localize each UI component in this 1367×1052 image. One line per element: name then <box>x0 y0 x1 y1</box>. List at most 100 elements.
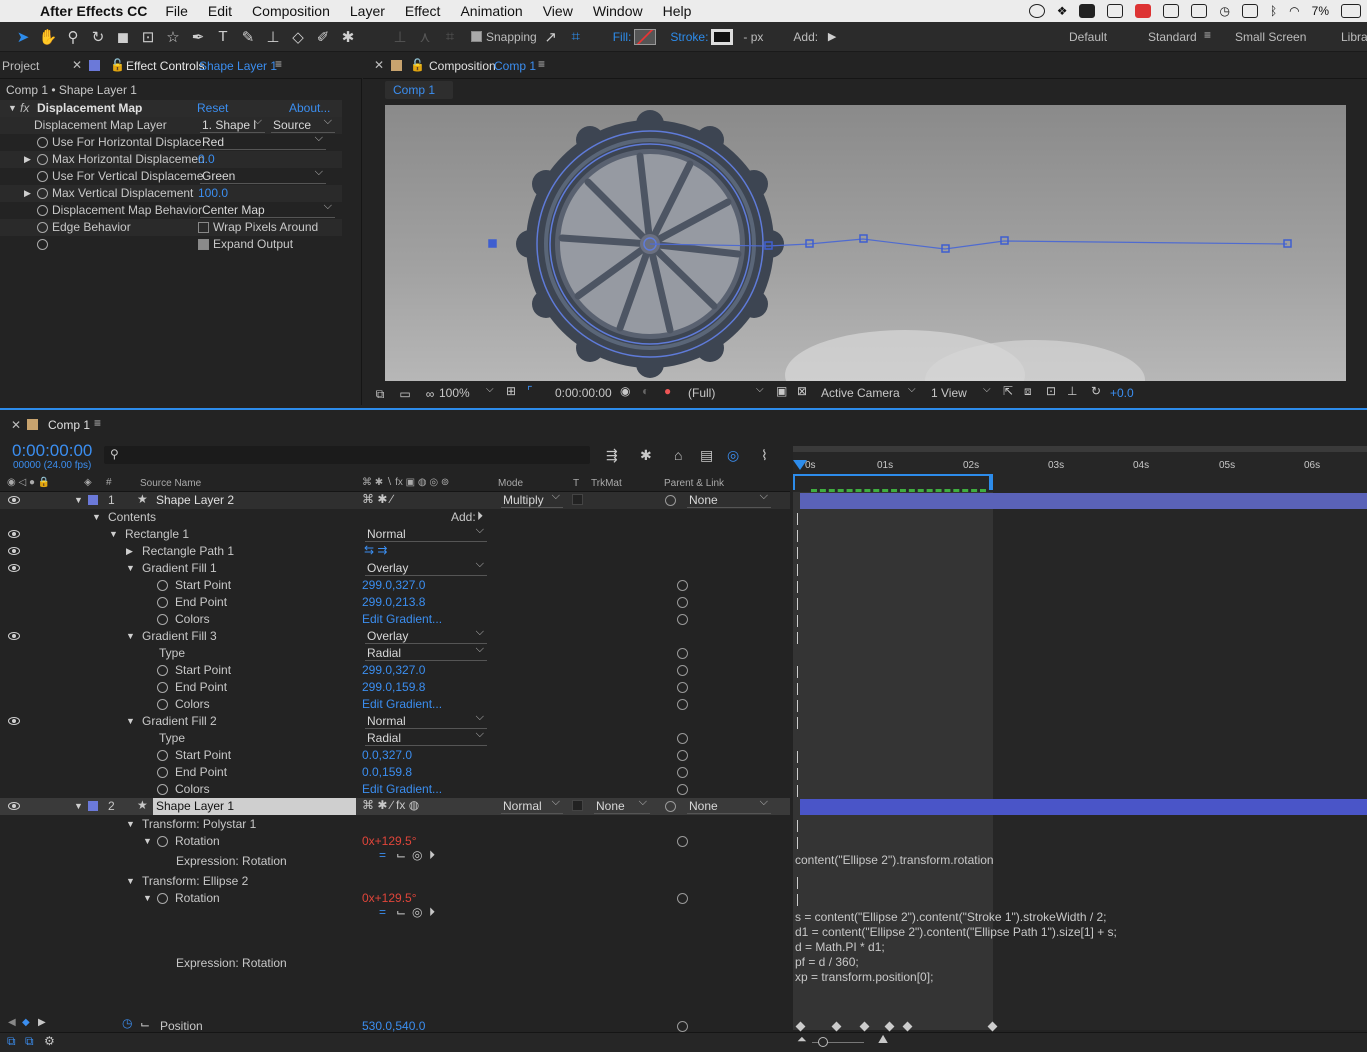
close-tab-icon[interactable]: ✕ <box>374 58 384 72</box>
rotation-value[interactable]: 0x+129.5° <box>362 834 417 848</box>
polystar-expression-row[interactable]: = ⌙ ◎ ⏵ Expression: Rotation <box>0 848 790 868</box>
menu-composition[interactable]: Composition <box>252 3 330 19</box>
snapshot-icon[interactable]: ◉ <box>620 384 630 398</box>
gradient-fill-2-row[interactable]: ▼ Gradient Fill 2 Normal <box>0 711 790 730</box>
airplay-icon[interactable] <box>1241 4 1258 18</box>
layer-name-selected[interactable]: Shape Layer 1 <box>153 798 356 815</box>
pen-tool-icon[interactable]: ✒ <box>187 26 209 48</box>
close-tab-icon[interactable]: ✕ <box>72 58 82 72</box>
keyframe-ibeam[interactable] <box>797 877 803 889</box>
stopwatch-icon[interactable] <box>37 205 48 216</box>
keyframe-ibeam[interactable] <box>797 615 803 627</box>
close-tab-icon[interactable]: ✕ <box>11 418 21 432</box>
property-value[interactable]: 0.0,159.8 <box>362 765 412 779</box>
current-time[interactable]: 0:00:00:00 <box>555 386 612 400</box>
pan-behind-tool-icon[interactable]: ⊡ <box>137 26 159 48</box>
stopwatch-icon[interactable] <box>157 699 168 710</box>
keyframe-ibeam[interactable] <box>797 785 803 797</box>
pickwhip-icon[interactable] <box>677 597 688 608</box>
video-toggle-header-icon[interactable]: ◉ ◁ ● 🔒 <box>7 477 50 488</box>
grid-icon[interactable] <box>1163 4 1180 18</box>
workspace-small-screen[interactable]: Small Screen <box>1235 30 1306 44</box>
keyframe-ibeam[interactable] <box>797 530 803 542</box>
stopwatch-icon[interactable] <box>157 597 168 608</box>
twirl-icon[interactable]: ▼ <box>126 876 135 886</box>
stopwatch-icon[interactable] <box>157 614 168 625</box>
expand-output-checkbox[interactable] <box>198 239 209 251</box>
stopwatch-icon[interactable] <box>37 137 48 148</box>
wrap-pixels-checkbox[interactable] <box>198 222 209 234</box>
roto-brush-tool-icon[interactable]: ✐ <box>312 26 334 48</box>
edit-gradient-link[interactable]: Edit Gradient... <box>362 782 442 796</box>
snap-features-icon[interactable]: ⌗ <box>565 26 587 48</box>
property-value[interactable]: 0.0,327.0 <box>362 748 412 762</box>
keyframe-ibeam[interactable] <box>797 894 803 906</box>
switches-header-icons[interactable]: ⌘ ✱ ∖ fx ▣ ◍ ◎ ⊚ <box>362 477 449 488</box>
star-tool-icon[interactable]: ☆ <box>162 26 184 48</box>
camera-chevron-icon[interactable]: ⌵ <box>908 384 916 395</box>
snap-edges-icon[interactable]: ↗ <box>540 26 562 48</box>
track-matte-dropdown[interactable]: None <box>594 796 650 814</box>
twirl-icon[interactable]: ▼ <box>143 893 152 903</box>
keyframe-ibeam[interactable] <box>797 564 803 576</box>
visibility-eye-icon[interactable] <box>8 564 20 572</box>
comp-subtab[interactable]: Comp 1 <box>385 81 453 99</box>
gradient-fill-1-blend-dropdown[interactable]: Overlay <box>365 558 487 576</box>
app-name[interactable]: After Effects CC <box>40 3 147 19</box>
ellipse-rotation-row[interactable]: ▼ Rotation 0x+129.5° <box>0 890 790 907</box>
layer-bar-shape-layer-2[interactable] <box>800 493 1367 509</box>
time-machine-icon[interactable]: ◷ <box>1219 4 1229 18</box>
stopwatch-icon[interactable] <box>157 784 168 795</box>
twirl-icon[interactable]: ▼ <box>92 512 101 522</box>
stopwatch-icon[interactable] <box>157 682 168 693</box>
work-area-bar[interactable] <box>793 474 993 490</box>
expression-text-polystar[interactable]: content("Ellipse 2").transform.rotation <box>795 853 994 867</box>
gf1-colors-row[interactable]: Colors Edit Gradient... <box>0 611 790 628</box>
pickwhip-icon[interactable] <box>677 614 688 625</box>
expression-line[interactable]: pf = d / 360; <box>795 955 859 969</box>
clone-stamp-tool-icon[interactable]: ⊥ <box>262 26 284 48</box>
keyframe-ibeam[interactable] <box>797 768 803 780</box>
layer-search-input[interactable]: ⚲ <box>104 446 590 464</box>
layer-row-shape-layer-2[interactable]: ▼ 1 ★ Shape Layer 2 ⌘ ✱ ∕ Multiply None <box>0 490 790 509</box>
stopwatch-icon[interactable] <box>37 171 48 182</box>
visibility-eye-icon[interactable] <box>8 632 20 640</box>
pickwhip-icon[interactable] <box>677 836 688 847</box>
gf3-end-point-row[interactable]: End Point 299.0,159.8 <box>0 679 790 696</box>
twirl-icon[interactable]: ▼ <box>126 631 135 641</box>
blend-mode-dropdown[interactable]: Normal <box>501 796 563 814</box>
rotation-value[interactable]: 0x+129.5° <box>362 891 417 905</box>
eraser-tool-icon[interactable]: ◇ <box>287 26 309 48</box>
ellipse-expression-icons-row[interactable]: = ⌙ ◎ ⏵ <box>0 905 790 925</box>
map-layer-dropdown[interactable]: 1. Shape l <box>200 115 265 133</box>
transfer-controls-toggle-icon[interactable]: ⧉ <box>25 1034 34 1049</box>
add-shape-icon[interactable]: ▶ <box>821 26 843 48</box>
keyframe-ibeam[interactable] <box>797 751 803 763</box>
layer-label-color[interactable] <box>88 801 98 811</box>
pickwhip-icon[interactable] <box>677 682 688 693</box>
keyframe-ibeam[interactable] <box>797 581 803 593</box>
menu-file[interactable]: File <box>165 3 188 19</box>
max-horizontal-value[interactable]: 0.0 <box>198 152 215 166</box>
playhead-icon[interactable] <box>793 460 807 470</box>
workspace-standard[interactable]: Standard <box>1148 30 1197 44</box>
view-chevron-icon[interactable]: ⌵ <box>983 384 991 395</box>
rectangle-path-row[interactable]: ▶ Rectangle Path 1 ⇆ ⇉ <box>0 543 790 560</box>
gf2-start-point-row[interactable]: Start Point 0.0,327.0 <box>0 747 790 764</box>
world-axis-tool-icon[interactable]: ⋏ <box>414 26 436 48</box>
tab-effect-controls[interactable]: Effect Controls <box>126 59 204 73</box>
twirl-icon[interactable]: ▼ <box>126 819 135 829</box>
stopwatch-icon[interactable] <box>37 239 48 250</box>
pickwhip-icon[interactable] <box>677 750 688 761</box>
gf1-start-point-row[interactable]: Start Point 299.0,327.0 <box>0 577 790 594</box>
pickwhip-icon[interactable] <box>677 784 688 795</box>
fast-previews-icon[interactable]: ⧈ <box>1024 384 1032 399</box>
gf3-type-row[interactable]: Type Radial <box>0 643 790 662</box>
twirl-icon[interactable]: ▶ <box>126 546 133 557</box>
graph-editor-icon[interactable]: ⌇ <box>761 447 768 464</box>
mask-visibility-icon[interactable]: ⌜ <box>527 384 533 398</box>
display-icon[interactable] <box>1191 4 1208 18</box>
pickwhip-icon[interactable] <box>677 893 688 904</box>
panel-menu-icon[interactable]: ≡ <box>538 57 545 71</box>
stopwatch-icon[interactable] <box>37 188 48 199</box>
